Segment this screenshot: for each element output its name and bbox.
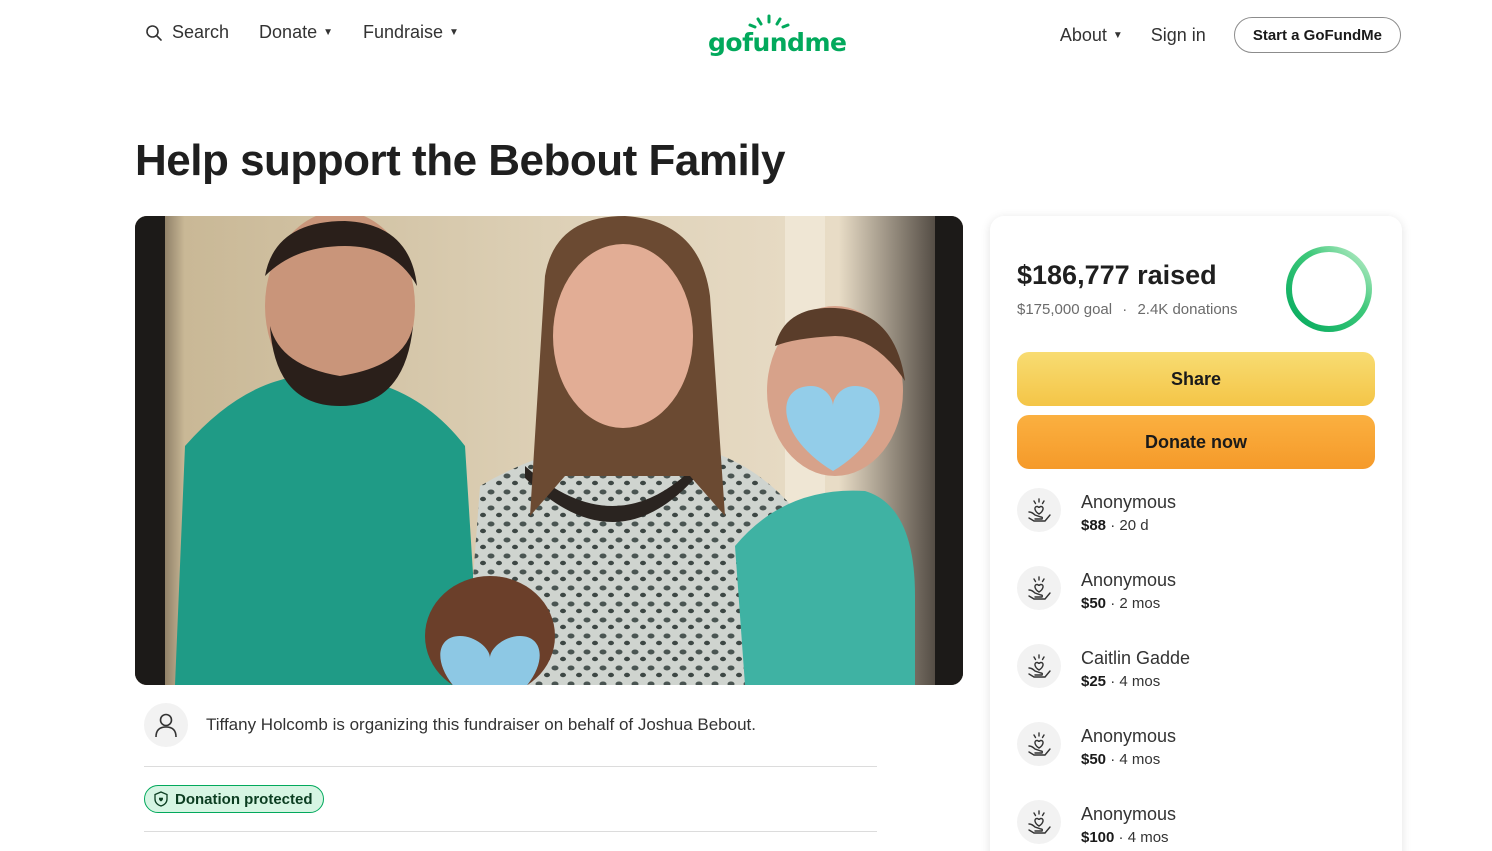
heart-hand-icon: [1028, 654, 1051, 678]
donor-name: Anonymous: [1081, 804, 1177, 824]
donor-avatar: [1017, 722, 1061, 766]
about-menu[interactable]: About ▼: [1060, 25, 1123, 46]
fundraiser-photo[interactable]: [135, 216, 963, 685]
fundraise-menu-label: Fundraise: [363, 22, 444, 42]
donation-age: · 2 mos: [1106, 595, 1161, 612]
donor-avatar: [1017, 644, 1061, 688]
donor-name: Caitlin Gadde: [1081, 648, 1191, 668]
donation-age: · 20 d: [1106, 517, 1149, 534]
donation-amount: $88: [1081, 517, 1107, 534]
donation-amount: $50: [1081, 751, 1107, 768]
nav-left: Search Donate ▼ Fundraise ▼: [145, 22, 489, 43]
donation-item: Anonymous $88 · 20 d: [1017, 486, 1375, 564]
donation-protected-label: Donation protected: [175, 790, 313, 808]
caret-down-icon: ▼: [449, 27, 459, 38]
page-title: Help support the Bebout Family: [135, 136, 785, 185]
progress-ring-fill: [1286, 246, 1372, 332]
donate-menu-label: Donate: [259, 22, 318, 42]
sign-in-link[interactable]: Sign in: [1151, 25, 1206, 46]
heart-hand-icon: [1028, 732, 1051, 756]
top-navigation: Search Donate ▼ Fundraise ▼ gofundme Abo…: [0, 0, 1492, 72]
donation-meta: $50 · 2 mos: [1081, 595, 1160, 612]
organizer-row: Tiffany Holcomb is organizing this fundr…: [144, 703, 877, 767]
fundraise-menu[interactable]: Fundraise ▼: [363, 22, 459, 43]
donor-avatar: [1017, 566, 1061, 610]
protection-row: Donation protected: [144, 767, 877, 832]
shield-icon: [154, 791, 168, 807]
heart-hand-icon: [1028, 810, 1051, 834]
donation-age: · 4 mos: [1106, 673, 1161, 690]
sign-in-label: Sign in: [1150, 24, 1206, 45]
family-photo-image: [135, 216, 963, 685]
heart-hand-icon: [1028, 498, 1051, 522]
donate-menu[interactable]: Donate ▼: [259, 22, 333, 43]
donor-name: Anonymous: [1081, 570, 1177, 590]
donor-avatar: [1017, 800, 1061, 844]
donate-now-button[interactable]: Donate now: [1017, 415, 1375, 469]
logo-text: gofundme: [708, 28, 847, 57]
donation-item: Anonymous $100 · 4 mos: [1017, 798, 1375, 851]
organizer-text: Tiffany Holcomb is organizing this fundr…: [206, 715, 756, 734]
caret-down-icon: ▼: [323, 27, 333, 38]
heart-hand-icon: [1028, 576, 1051, 600]
share-button[interactable]: Share: [1017, 352, 1375, 406]
donor-name: Anonymous: [1081, 492, 1177, 512]
donation-meta: $50 · 4 mos: [1081, 751, 1160, 768]
recent-donations-list: Anonymous $88 · 20 d Anonymous $50 · 2 mos C…: [1017, 486, 1375, 851]
donation-meta: $100 · 4 mos: [1081, 829, 1169, 846]
donation-item: Anonymous $50 · 2 mos: [1017, 564, 1375, 642]
nav-right: About ▼ Sign in Start a GoFundMe: [1060, 17, 1401, 53]
about-menu-label: About: [1059, 24, 1107, 45]
donation-item: Anonymous $50 · 4 mos: [1017, 720, 1375, 798]
donation-amount: $100: [1081, 829, 1115, 846]
goal-amount: $175,000 goal: [1017, 301, 1113, 318]
progress-ring: [1286, 246, 1372, 332]
separator-dot: ·: [1122, 301, 1128, 318]
donations-count: 2.4K donations: [1137, 301, 1238, 318]
goal-summary: $175,000 goal · 2.4K donations: [1017, 301, 1238, 318]
donation-item: Caitlin Gadde $25 · 4 mos: [1017, 642, 1375, 720]
donation-meta: $88 · 20 d: [1081, 517, 1149, 534]
amount-raised: $186,777 raised: [1017, 260, 1217, 290]
search-icon: [146, 24, 162, 41]
search-label: Search: [172, 22, 230, 42]
donation-amount: $50: [1081, 595, 1107, 612]
donation-meta: $25 · 4 mos: [1081, 673, 1160, 690]
donation-age: · 4 mos: [1114, 829, 1169, 846]
gofundme-logo[interactable]: gofundme: [708, 14, 847, 58]
donation-age: · 4 mos: [1106, 751, 1161, 768]
donation-amount: $25: [1081, 673, 1107, 690]
start-gofundme-button[interactable]: Start a GoFundMe: [1233, 17, 1401, 53]
caret-down-icon: ▼: [1112, 29, 1123, 41]
donor-name: Anonymous: [1081, 726, 1177, 746]
search-link[interactable]: Search: [145, 22, 229, 43]
user-icon: [155, 713, 177, 738]
organizer-avatar[interactable]: [144, 703, 188, 747]
donation-protected-badge[interactable]: Donation protected: [144, 785, 324, 813]
donor-avatar: [1017, 488, 1061, 532]
donation-panel: $186,777 raised $175,000 goal · 2.4K don…: [990, 216, 1402, 851]
